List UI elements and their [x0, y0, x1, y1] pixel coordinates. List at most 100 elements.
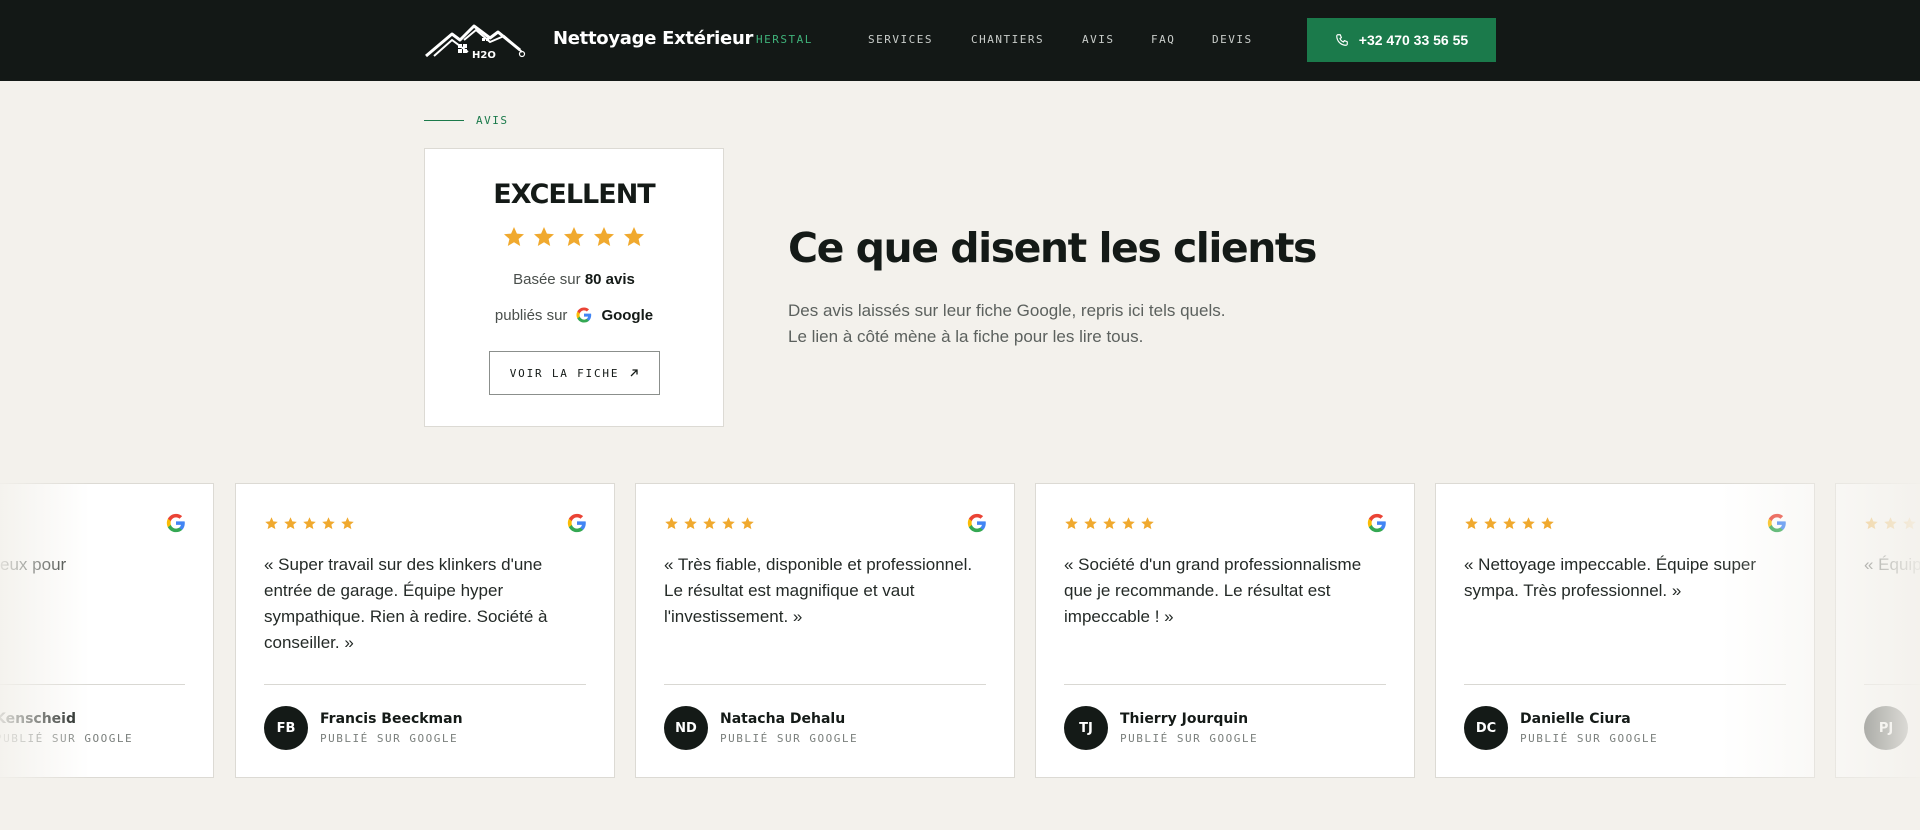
google-icon	[1767, 513, 1786, 533]
star-icon	[594, 227, 614, 246]
star-icon	[1884, 517, 1897, 530]
star-icon	[1903, 517, 1916, 530]
arrow-up-right-icon	[630, 369, 638, 377]
nav-item-chantiers[interactable]: CHANTIERS	[971, 33, 1044, 46]
review-source: PUBLIÉ SUR GOOGLE	[0, 732, 134, 745]
star-icon	[703, 517, 716, 530]
star-icon	[564, 227, 584, 246]
star-icon	[1141, 517, 1154, 530]
star-icon	[303, 517, 316, 530]
review-stars	[1464, 516, 1555, 531]
nav-item-avis[interactable]: AVIS	[1082, 33, 1115, 46]
review-source: PUBLIÉ SUR GOOGLE	[320, 732, 459, 745]
star-icon	[1503, 517, 1516, 530]
star-icon	[322, 517, 335, 530]
nav-item-faq[interactable]: FAQ	[1151, 33, 1175, 46]
published-prefix: publiés sur	[494, 306, 568, 324]
star-icon	[1484, 517, 1497, 530]
review-divider	[0, 684, 185, 685]
review-card: « Société d'un grand professionnalisme q…	[1035, 483, 1415, 778]
logo-h2o-text: H2O	[472, 50, 496, 60]
review-source: PUBLIÉ SUR GOOGLE	[1520, 732, 1659, 745]
nav-item-services[interactable]: SERVICES	[868, 33, 933, 46]
review-source: PUBLIÉ SUR GOOGLE	[720, 732, 859, 745]
avatar: FB	[264, 706, 308, 750]
review-divider	[664, 684, 986, 685]
review-author: Natacha Dehalu	[720, 711, 846, 727]
review-author: Kenscheid	[0, 711, 76, 727]
star-icon	[1522, 517, 1535, 530]
avatar: DC	[1464, 706, 1508, 750]
voir-la-fiche-button[interactable]: VOIR LA FICHE	[489, 351, 660, 395]
star-icon	[722, 517, 735, 530]
review-author: Danielle Ciura	[1520, 711, 1631, 727]
review-card: « Rapide et minutieux pour Kenscheid PUB…	[0, 483, 214, 778]
review-count: 80 avis	[584, 271, 635, 288]
star-icon	[504, 227, 524, 246]
google-icon	[967, 513, 986, 533]
review-quote: « Équipe et travail	[1864, 555, 1920, 574]
review-author: Thierry Jourquin	[1120, 711, 1249, 727]
review-card: « Super travail sur des klinkers d'une e…	[235, 483, 615, 778]
review-quote: « Rapide et minutieux pour	[0, 555, 67, 574]
review-stars	[1864, 516, 1920, 531]
based-prefix: Basée sur	[513, 271, 581, 288]
google-rating-card: EXCELLENT Basée sur 80 avis publiés sur …	[424, 148, 724, 427]
review-divider	[1464, 684, 1786, 685]
star-icon	[1465, 517, 1478, 530]
review-stars	[264, 516, 355, 531]
review-stars	[664, 516, 755, 531]
review-card: « Très fiable, disponible et professionn…	[635, 483, 1015, 778]
section-label-text: AVIS	[476, 114, 509, 127]
star-icon	[1103, 517, 1116, 530]
avatar: TJ	[1064, 706, 1108, 750]
star-icon	[684, 517, 697, 530]
review-source: PUBLIÉ SUR GOOGLE	[1120, 732, 1259, 745]
rating-published-on: publiés sur Google	[425, 306, 723, 324]
star-icon	[665, 517, 678, 530]
section-eyebrow: AVIS	[424, 114, 509, 127]
fiche-button-label: VOIR LA FICHE	[509, 366, 620, 380]
avatar: ND	[664, 706, 708, 750]
star-icon	[284, 517, 297, 530]
review-quote: « Très fiable, disponible et professionn…	[664, 555, 973, 626]
subtitle-line-2: Le lien à côté mène à la fiche pour les …	[788, 327, 1144, 346]
google-icon	[166, 513, 185, 533]
review-divider	[1064, 684, 1386, 685]
review-stars	[1064, 516, 1155, 531]
section-subtitle: Des avis laissés sur leur fiche Google, …	[788, 298, 1308, 350]
eyebrow-line	[424, 120, 464, 121]
star-icon	[534, 227, 554, 246]
phone-call-button[interactable]: +32 470 33 56 55	[1307, 18, 1496, 62]
subtitle-line-1: Des avis laissés sur leur fiche Google, …	[788, 301, 1226, 320]
reviews-carousel[interactable]: « Rapide et minutieux pour Kenscheid PUB…	[0, 483, 1920, 778]
rating-title: EXCELLENT	[493, 179, 655, 210]
star-icon	[624, 227, 644, 246]
rating-stars	[425, 225, 723, 249]
star-icon	[341, 517, 354, 530]
review-card: « Nettoyage impeccable. Équipe super sym…	[1435, 483, 1815, 778]
phone-number: +32 470 33 56 55	[1358, 32, 1469, 48]
star-icon	[1065, 517, 1078, 530]
google-icon	[567, 513, 586, 533]
google-icon	[1367, 513, 1386, 533]
published-platform: Google	[601, 306, 654, 324]
review-author: Francis Beeckman	[320, 711, 463, 727]
star-icon	[265, 517, 278, 530]
star-icon	[1541, 517, 1554, 530]
review-divider	[1864, 684, 1920, 685]
section-heading: Ce que disent les clients	[788, 224, 1317, 272]
review-card: « Équipe et travail PJ	[1835, 483, 1920, 778]
avatar: PJ	[1864, 706, 1908, 750]
review-quote: « Super travail sur des klinkers d'une e…	[264, 555, 548, 652]
nav-item-devis[interactable]: DEVIS	[1212, 33, 1253, 46]
review-quote: « Société d'un grand professionnalisme q…	[1064, 555, 1362, 626]
rating-based-on: Basée sur 80 avis	[425, 271, 723, 288]
star-icon	[1084, 517, 1097, 530]
main-nav: SERVICES CHANTIERS AVIS FAQ DEVIS	[0, 33, 1920, 49]
site-header: H2O Nettoyage Extérieur HERSTAL SERVICES…	[0, 0, 1920, 81]
phone-icon	[1335, 34, 1348, 46]
review-quote: « Nettoyage impeccable. Équipe super sym…	[1464, 555, 1757, 600]
google-icon	[576, 307, 592, 323]
review-divider	[264, 684, 586, 685]
